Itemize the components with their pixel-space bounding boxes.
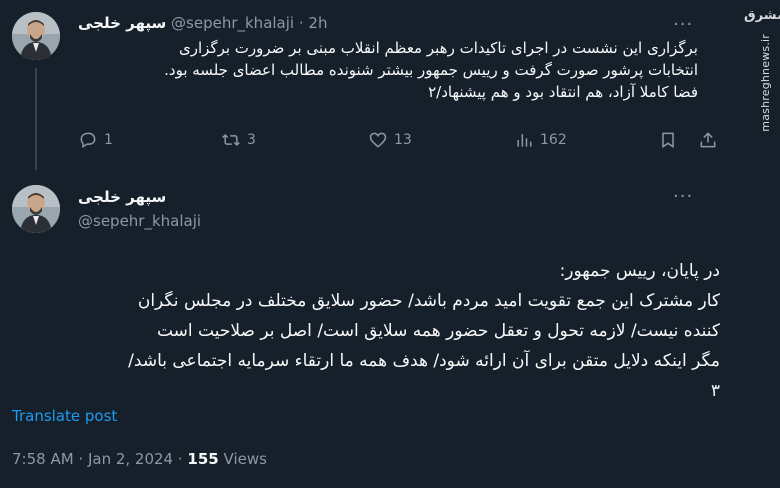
tweet-text-line: ۳ bbox=[710, 381, 720, 401]
post-timestamp[interactable]: 7:58 AM · Jan 2, 2024 · bbox=[12, 450, 183, 468]
post-time[interactable]: 2h bbox=[308, 14, 327, 32]
tweet-text-line: در پایان، رییس جمهور: bbox=[559, 261, 720, 281]
tweet-text-line: کار مشترک این جمع تقویت امید مردم باشد/ … bbox=[137, 291, 720, 311]
reply-icon bbox=[80, 132, 96, 148]
avatar[interactable] bbox=[12, 185, 60, 233]
post-metadata: 7:58 AM · Jan 2, 2024 · 155 Views bbox=[12, 450, 267, 468]
watermark-site: mashreghnews.ir bbox=[759, 34, 772, 132]
author-handle[interactable]: @sepehr_khalaji bbox=[171, 14, 294, 32]
views-count: 155 bbox=[187, 450, 219, 468]
tweet-text-line: انتخابات پرشور صورت گرفت و رییس جمهور بی… bbox=[164, 61, 698, 79]
more-options-icon[interactable]: ··· bbox=[673, 14, 693, 35]
tweet-actions: 1 3 13 162 bbox=[78, 130, 718, 156]
tweet-text: برگزاری این نشست در اجرای تاکیدات رهبر م… bbox=[78, 37, 698, 103]
reply-count: 1 bbox=[104, 132, 113, 148]
like-button[interactable]: 13 bbox=[368, 130, 412, 150]
repost-count: 3 bbox=[247, 132, 256, 148]
header-separator: · bbox=[298, 14, 304, 32]
repost-icon bbox=[222, 133, 240, 147]
views-chart-icon bbox=[517, 134, 532, 147]
translate-post-link[interactable]: Translate post bbox=[12, 407, 117, 425]
bookmark-icon bbox=[662, 132, 674, 149]
share-icon bbox=[700, 132, 716, 148]
avatar-image-icon bbox=[12, 12, 60, 60]
bookmark-button[interactable] bbox=[658, 130, 678, 150]
author-name[interactable]: سپهر خلجی bbox=[78, 188, 166, 206]
tweet-header: سپهر خلجی @sepehr_khalaji · 2h bbox=[78, 14, 327, 32]
like-count: 13 bbox=[394, 132, 412, 148]
more-options-icon[interactable]: ··· bbox=[673, 186, 693, 207]
avatar-image-icon bbox=[12, 185, 60, 233]
thread-connector-line bbox=[35, 68, 37, 170]
heart-icon bbox=[369, 132, 387, 148]
mashregh-logo: مشرق bbox=[744, 8, 780, 23]
author-handle[interactable]: @sepehr_khalaji bbox=[78, 212, 201, 230]
tweet-text-line: برگزاری این نشست در اجرای تاکیدات رهبر م… bbox=[179, 39, 698, 57]
author-name[interactable]: سپهر خلجی bbox=[78, 14, 166, 32]
views-count: 162 bbox=[540, 132, 567, 148]
watermark: مشرق mashreghnews.ir bbox=[740, 0, 780, 132]
tweet-text-line: فضا کاملا آزاد، هم انتقاد بود و هم پیشنه… bbox=[428, 83, 698, 101]
reply-button[interactable]: 1 bbox=[78, 130, 113, 150]
repost-button[interactable]: 3 bbox=[221, 130, 256, 150]
tweet-text-line: مگر اینکه دلایل متقن برای آن ارائه شود/ … bbox=[128, 351, 720, 371]
tweet-text: در پایان، رییس جمهور: کار مشترک این جمع … bbox=[20, 256, 720, 406]
views-label: Views bbox=[223, 450, 267, 468]
views-button[interactable]: 162 bbox=[514, 130, 567, 150]
tweet-text-line: کننده نیست/ لازمه تحول و تعقل حضور همه س… bbox=[156, 321, 720, 341]
avatar[interactable] bbox=[12, 12, 60, 60]
share-button[interactable] bbox=[698, 130, 718, 150]
